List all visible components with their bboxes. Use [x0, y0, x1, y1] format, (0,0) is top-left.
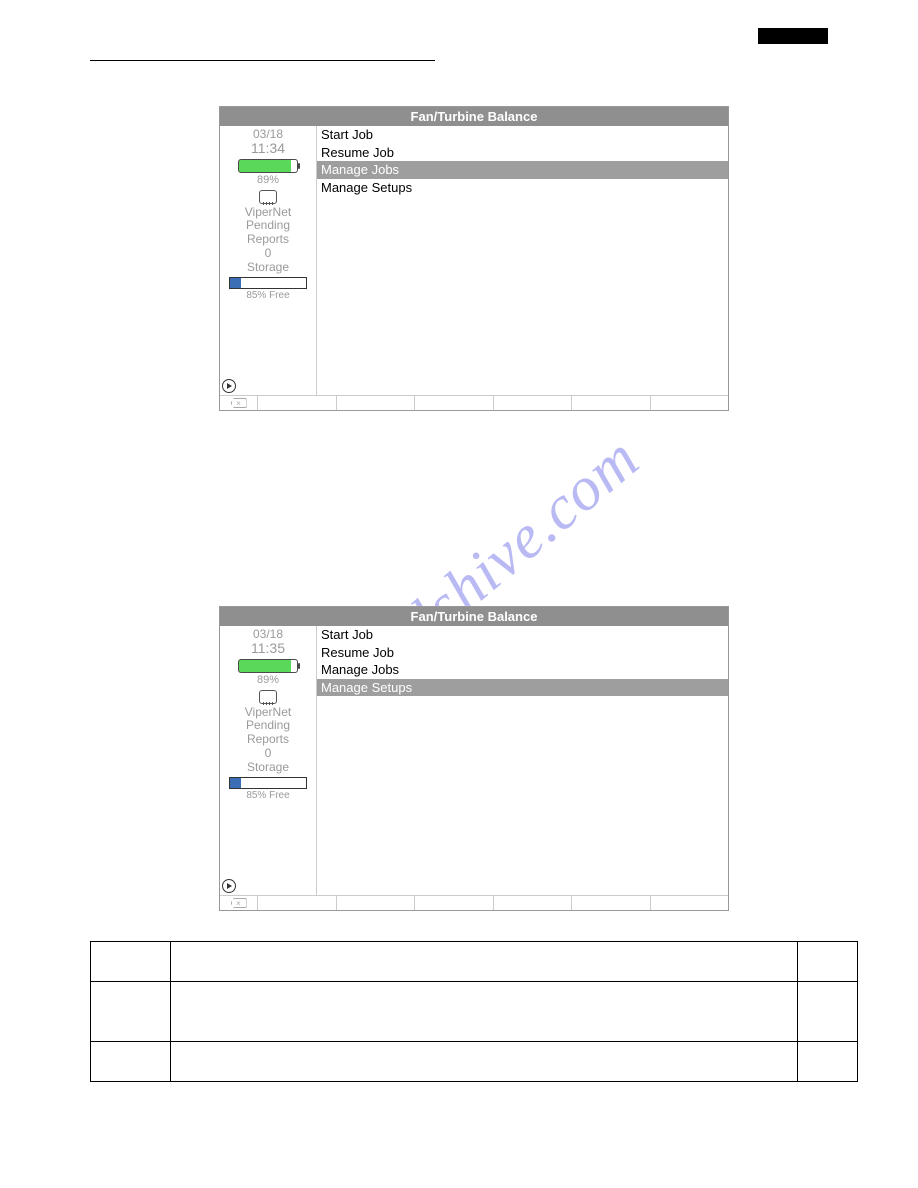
backspace-icon: ×: [231, 898, 247, 908]
device-screenshot-2: Fan/Turbine Balance 03/18 11:35 89% Vipe…: [219, 606, 729, 911]
main-menu: Start Job Resume Job Manage Jobs Manage …: [317, 126, 728, 395]
ethernet-icon: [259, 690, 277, 704]
status-sidebar: 03/18 11:35 89% ViperNet Pending Reports…: [220, 626, 317, 895]
play-icon[interactable]: [222, 379, 236, 393]
page-header-blackbox: [758, 28, 828, 44]
pending-label: Pending: [245, 219, 291, 233]
network-name: ViperNet: [245, 706, 291, 720]
softkey-5[interactable]: [572, 396, 651, 410]
reference-table: [90, 941, 858, 1082]
softkey-1[interactable]: [258, 396, 337, 410]
softkey-4[interactable]: [494, 396, 573, 410]
menu-item-manage-setups[interactable]: Manage Setups: [317, 179, 728, 197]
network-status: ViperNet Pending Reports 0 Storage: [245, 206, 291, 275]
device-screenshot-1: Fan/Turbine Balance 03/18 11:34 89% Vipe…: [219, 106, 729, 411]
battery-percent: 89%: [257, 674, 279, 686]
softkey-back[interactable]: ×: [220, 896, 258, 910]
reports-label: Reports: [245, 233, 291, 247]
storage-free: 85% Free: [246, 290, 289, 301]
storage-bar: [229, 777, 307, 789]
reports-label: Reports: [245, 733, 291, 747]
menu-item-manage-setups[interactable]: Manage Setups: [317, 679, 728, 697]
softkey-1[interactable]: [258, 896, 337, 910]
softkey-6[interactable]: [651, 896, 729, 910]
reports-count: 0: [245, 747, 291, 761]
softkey-3[interactable]: [415, 396, 494, 410]
softkey-2[interactable]: [337, 896, 416, 910]
network-name: ViperNet: [245, 206, 291, 220]
status-sidebar: 03/18 11:34 89% ViperNet Pending Reports…: [220, 126, 317, 395]
softkey-4[interactable]: [494, 896, 573, 910]
main-menu: Start Job Resume Job Manage Jobs Manage …: [317, 626, 728, 895]
battery-icon: [238, 659, 298, 673]
menu-item-start-job[interactable]: Start Job: [317, 126, 728, 144]
storage-label: Storage: [245, 261, 291, 275]
pending-label: Pending: [245, 719, 291, 733]
softkey-5[interactable]: [572, 896, 651, 910]
softkey-6[interactable]: [651, 396, 729, 410]
menu-item-start-job[interactable]: Start Job: [317, 626, 728, 644]
table-row: [91, 942, 858, 982]
table-row: [91, 1042, 858, 1082]
softkey-row: ×: [220, 396, 728, 410]
storage-label: Storage: [245, 761, 291, 775]
storage-free: 85% Free: [246, 790, 289, 801]
softkey-back[interactable]: ×: [220, 396, 258, 410]
reports-count: 0: [245, 247, 291, 261]
storage-bar: [229, 277, 307, 289]
network-status: ViperNet Pending Reports 0 Storage: [245, 706, 291, 775]
battery-icon: [238, 159, 298, 173]
menu-item-manage-jobs[interactable]: Manage Jobs: [317, 661, 728, 679]
backspace-icon: ×: [231, 398, 247, 408]
menu-item-resume-job[interactable]: Resume Job: [317, 644, 728, 662]
ethernet-icon: [259, 190, 277, 204]
menu-item-manage-jobs[interactable]: Manage Jobs: [317, 161, 728, 179]
menu-item-resume-job[interactable]: Resume Job: [317, 144, 728, 162]
sidebar-time: 11:34: [251, 141, 285, 156]
window-title: Fan/Turbine Balance: [220, 107, 728, 126]
battery-percent: 89%: [257, 174, 279, 186]
table-row: [91, 982, 858, 1042]
page-header-rule: [90, 60, 435, 61]
softkey-2[interactable]: [337, 396, 416, 410]
softkey-row: ×: [220, 896, 728, 910]
play-icon[interactable]: [222, 879, 236, 893]
softkey-3[interactable]: [415, 896, 494, 910]
sidebar-time: 11:35: [251, 641, 285, 656]
window-title: Fan/Turbine Balance: [220, 607, 728, 626]
